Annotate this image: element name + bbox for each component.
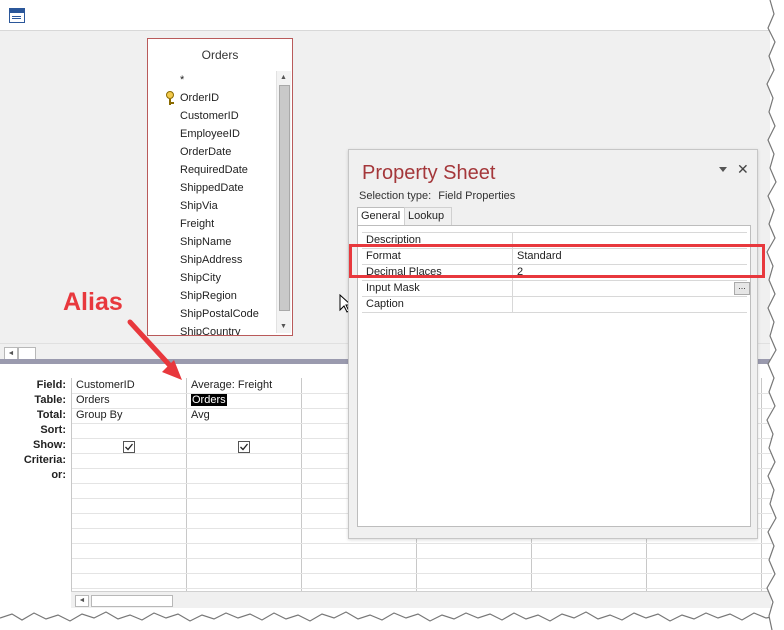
close-icon[interactable]: ✕: [737, 161, 749, 177]
row-label-or: or:: [51, 469, 66, 481]
property-sheet-panel[interactable]: Property Sheet ✕ Selection type: Field P…: [348, 149, 758, 539]
highlight-box: [349, 244, 765, 278]
checkmark-icon: [125, 443, 134, 451]
tab-general[interactable]: General: [357, 207, 407, 226]
field-list-item[interactable]: RequiredDate: [148, 161, 278, 179]
tab-lookup[interactable]: Lookup: [404, 207, 452, 226]
field-list-item[interactable]: OrderID: [148, 89, 278, 107]
checkmark-icon: [240, 443, 249, 451]
field-list-item[interactable]: ShipName: [148, 233, 278, 251]
field-list-scrollbar[interactable]: ▲ ▼: [276, 71, 291, 333]
field-list-item[interactable]: CustomerID: [148, 107, 278, 125]
torn-edge-right: [766, 0, 784, 630]
property-name: Input Mask: [362, 281, 513, 296]
field-list-item[interactable]: ShipCity: [148, 269, 278, 287]
property-value-input[interactable]: [513, 297, 747, 312]
window-title-bar: [0, 0, 770, 31]
caret-down-icon[interactable]: [719, 167, 727, 173]
scroll-up-icon[interactable]: ▲: [279, 73, 288, 82]
show-checkbox[interactable]: [238, 441, 250, 453]
row-label-total: Total:: [36, 409, 66, 421]
row-label-show: Show:: [33, 439, 66, 451]
field-list-item[interactable]: ShipRegion: [148, 287, 278, 305]
field-list-item[interactable]: EmployeeID: [148, 125, 278, 143]
annotation-arrow-icon: [127, 319, 182, 380]
row-label-criteria: Criteria:: [23, 454, 66, 466]
selection-type-label: Selection type:: [359, 190, 432, 202]
field-list-item[interactable]: ShippedDate: [148, 179, 278, 197]
orders-field-list[interactable]: Orders * OrderID CustomerID EmployeeID O…: [147, 38, 293, 336]
grid-table-cell[interactable]: Orders: [72, 393, 184, 408]
field-list-title: Orders: [201, 48, 239, 62]
grid-field-cell[interactable]: Average: Freight: [187, 378, 299, 393]
property-sheet-title: Property Sheet: [362, 162, 496, 184]
field-list-item[interactable]: ShipAddress: [148, 251, 278, 269]
selection-type: Selection type: Field Properties: [359, 190, 515, 202]
field-list-item[interactable]: ShipVia: [148, 197, 278, 215]
property-row-input-mask[interactable]: Input Mask ...: [362, 281, 750, 297]
show-checkbox[interactable]: [123, 441, 135, 453]
field-list-item[interactable]: *: [148, 71, 278, 89]
field-list-item[interactable]: Freight: [148, 215, 278, 233]
annotation-label: Alias: [63, 288, 123, 316]
property-name: Caption: [362, 297, 513, 312]
field-list-item[interactable]: OrderDate: [148, 143, 278, 161]
field-list: * OrderID CustomerID EmployeeID OrderDat…: [148, 71, 278, 335]
primary-key-icon: [166, 91, 174, 105]
grid-row-labels: Field: Table: Total: Sort: Show: Criteri…: [0, 378, 66, 483]
torn-edge-bottom: [0, 611, 784, 630]
selection-type-value: Field Properties: [438, 190, 516, 202]
scroll-thumb[interactable]: [279, 85, 290, 311]
row-label-table: Table:: [34, 394, 66, 406]
grid-total-cell[interactable]: Group By: [72, 408, 184, 423]
property-row-caption[interactable]: Caption: [362, 297, 747, 313]
scroll-down-icon[interactable]: ▼: [279, 322, 288, 331]
row-label-field: Field:: [36, 379, 66, 391]
property-value-input[interactable]: [513, 281, 747, 296]
grid-total-cell[interactable]: Avg: [187, 408, 299, 423]
row-label-sort: Sort:: [40, 424, 66, 436]
access-query-icon: [9, 8, 25, 23]
builder-button[interactable]: ...: [734, 282, 750, 295]
grid-table-cell[interactable]: Orders: [187, 393, 291, 408]
